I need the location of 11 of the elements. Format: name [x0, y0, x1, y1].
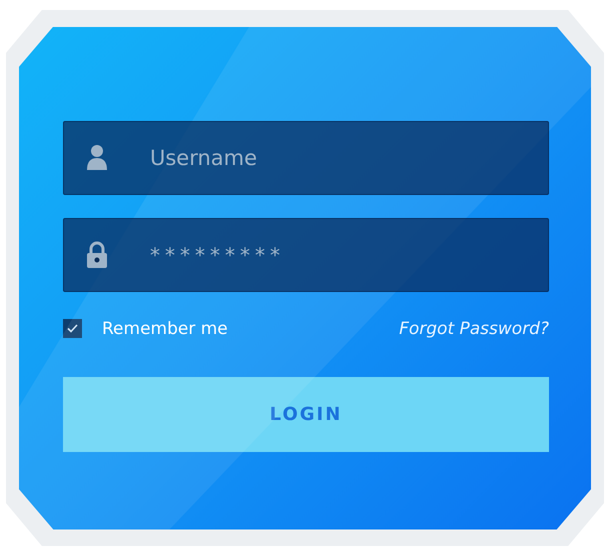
check-icon: [67, 324, 78, 333]
remember-label: Remember me: [102, 318, 228, 338]
username-input[interactable]: Username: [148, 144, 548, 170]
login-button[interactable]: LOGIN: [63, 376, 549, 452]
lock-icon: [86, 240, 108, 268]
forgot-password-link[interactable]: Forgot Password?: [399, 318, 549, 338]
password-input[interactable]: *********: [148, 242, 548, 268]
username-field[interactable]: Username: [63, 120, 549, 194]
remember-checkbox[interactable]: [63, 319, 82, 338]
user-icon: [86, 144, 108, 172]
password-field[interactable]: *********: [63, 218, 549, 292]
